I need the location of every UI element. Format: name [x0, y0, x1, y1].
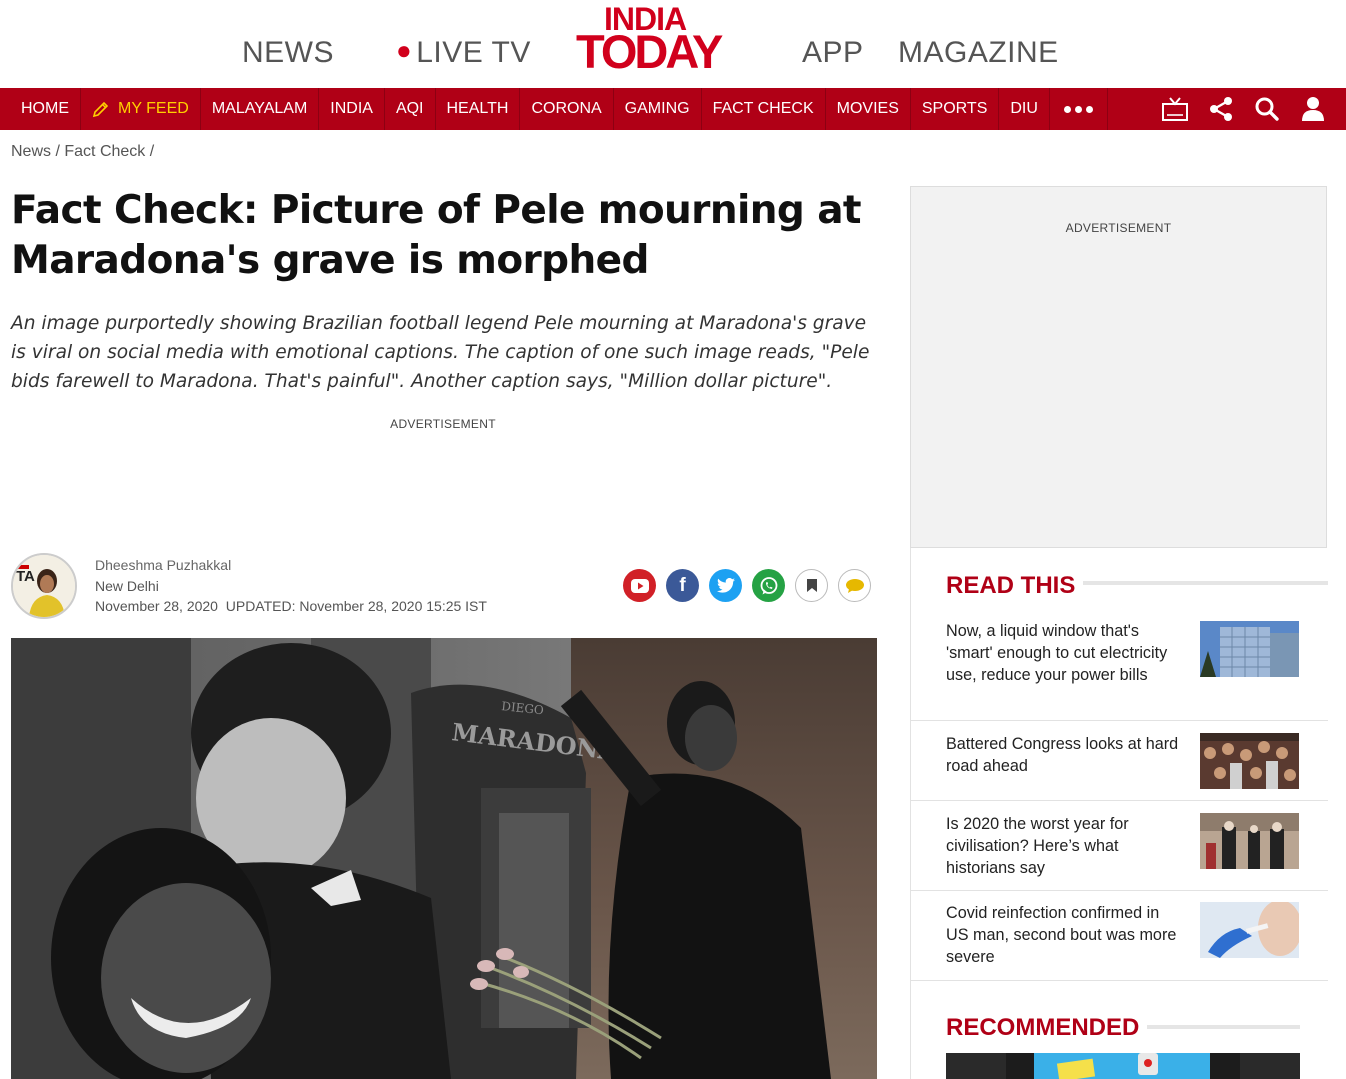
- article-headline: Fact Check: Picture of Pele mourning at …: [11, 188, 862, 283]
- breadcrumb: News / Fact Check /: [11, 143, 154, 161]
- recommended-divider: [1147, 1025, 1300, 1029]
- author-avatar[interactable]: TA: [11, 553, 77, 619]
- nav-item-diu[interactable]: DIU: [999, 88, 1050, 130]
- live-tv-label: LIVE TV: [416, 36, 531, 69]
- nav-item-malayalam[interactable]: MALAYALAM: [201, 88, 320, 130]
- user-icon[interactable]: [1290, 88, 1336, 130]
- breadcrumb-separator: /: [149, 143, 155, 160]
- read-this-item[interactable]: Battered Congress looks at hard road ahe…: [911, 721, 1328, 801]
- breadcrumb-separator: /: [55, 143, 60, 160]
- whatsapp-icon[interactable]: [752, 569, 785, 602]
- nav-item-aqi[interactable]: AQI: [385, 88, 436, 130]
- pencil-icon: [92, 101, 109, 118]
- publish-date: November 28, 2020: [95, 598, 218, 614]
- facebook-icon[interactable]: f: [666, 569, 699, 602]
- nav-live-tv-link[interactable]: ● LIVE TV: [396, 35, 531, 70]
- youtube-icon[interactable]: [623, 569, 656, 602]
- nav-right-icons: [1152, 88, 1336, 130]
- nav-item-corona[interactable]: CORONA: [520, 88, 614, 130]
- nav-item-home[interactable]: HOME: [0, 88, 81, 130]
- nav-item-india[interactable]: INDIA: [319, 88, 385, 130]
- live-dot-icon: ●: [396, 35, 413, 65]
- hero-image-graphic: DIEGO MARADONA: [11, 638, 877, 1079]
- author-name[interactable]: Dheeshma Puzhakkal: [95, 555, 487, 576]
- read-this-item-title[interactable]: Now, a liquid window that's 'smart' enou…: [946, 620, 1186, 686]
- comment-icon[interactable]: [838, 569, 871, 602]
- search-icon[interactable]: [1244, 88, 1290, 130]
- read-this-item-thumbnail[interactable]: [1200, 621, 1299, 677]
- sidebar-advertisement-slot: ADVERTISEMENT: [910, 186, 1327, 548]
- nav-app-link[interactable]: APP: [802, 36, 864, 70]
- read-this-item-title[interactable]: Battered Congress looks at hard road ahe…: [946, 733, 1186, 777]
- read-this-heading: READ THIS: [946, 572, 1076, 599]
- article-hero-image[interactable]: DIEGO MARADONA: [11, 638, 877, 1079]
- recommended-heading: RECOMMENDED: [946, 1014, 1140, 1041]
- read-this-item-title[interactable]: Is 2020 the worst year for civilisation?…: [946, 813, 1186, 879]
- nav-item-sports[interactable]: SPORTS: [911, 88, 1000, 130]
- read-this-item-thumbnail[interactable]: [1200, 813, 1299, 869]
- nav-magazine-link[interactable]: MAGAZINE: [898, 36, 1059, 70]
- breadcrumb-fact-check[interactable]: Fact Check: [64, 143, 145, 160]
- read-this-item[interactable]: Is 2020 the worst year for civilisation?…: [911, 801, 1328, 891]
- nav-item-movies[interactable]: MOVIES: [826, 88, 911, 130]
- tv-icon[interactable]: [1152, 88, 1198, 130]
- read-this-item-thumbnail[interactable]: [1200, 902, 1299, 958]
- share-bar: f: [613, 569, 871, 602]
- advertisement-slot: ADVERTISEMENT: [0, 413, 886, 432]
- updated-date: UPDATED: November 28, 2020 15:25 IST: [225, 598, 487, 614]
- main-nav: HOME MY FEED MALAYALAM INDIA AQI HEALTH …: [0, 88, 1346, 130]
- nav-item-fact-check[interactable]: FACT CHECK: [702, 88, 826, 130]
- read-this-item-title[interactable]: Covid reinfection confirmed in US man, s…: [946, 902, 1186, 968]
- sidebar-advertisement-label: ADVERTISEMENT: [1065, 221, 1172, 235]
- nav-news-link[interactable]: NEWS: [242, 36, 334, 70]
- read-this-item[interactable]: Now, a liquid window that's 'smart' enou…: [911, 618, 1328, 721]
- svg-text:TA: TA: [16, 568, 35, 585]
- breadcrumb-news[interactable]: News: [11, 143, 51, 160]
- nav-item-gaming[interactable]: GAMING: [614, 88, 702, 130]
- recommended-item-image[interactable]: [946, 1053, 1300, 1079]
- sidebar: READ THIS Now, a liquid window that's 's…: [910, 548, 1328, 1079]
- twitter-icon[interactable]: [709, 569, 742, 602]
- nav-item-health[interactable]: HEALTH: [436, 88, 521, 130]
- more-menu-icon[interactable]: [1050, 88, 1108, 130]
- nav-item-my-feed[interactable]: MY FEED: [81, 88, 201, 130]
- author-location: New Delhi: [95, 577, 159, 594]
- share-icon[interactable]: [1198, 88, 1244, 130]
- top-header: NEWS ● LIVE TV INDIA TODAY APP MAGAZINE: [0, 0, 1346, 88]
- byline: TA Dheeshma Puzhakkal New Delhi November…: [11, 553, 877, 623]
- my-feed-label: MY FEED: [118, 100, 189, 117]
- read-this-item[interactable]: Covid reinfection confirmed in US man, s…: [911, 891, 1328, 981]
- advertisement-label: ADVERTISEMENT: [390, 417, 496, 431]
- article-summary: An image purportedly showing Brazilian f…: [11, 313, 870, 392]
- india-today-logo[interactable]: INDIA TODAY: [576, 2, 742, 78]
- logo-today-text: TODAY: [576, 25, 723, 78]
- author-info: Dheeshma Puzhakkal New Delhi November 28…: [95, 555, 487, 617]
- bookmark-icon[interactable]: [795, 569, 828, 602]
- publish-dates: November 28, 2020 UPDATED: November 28, …: [95, 596, 487, 617]
- read-this-divider: [1083, 581, 1328, 585]
- read-this-item-thumbnail[interactable]: [1200, 733, 1299, 789]
